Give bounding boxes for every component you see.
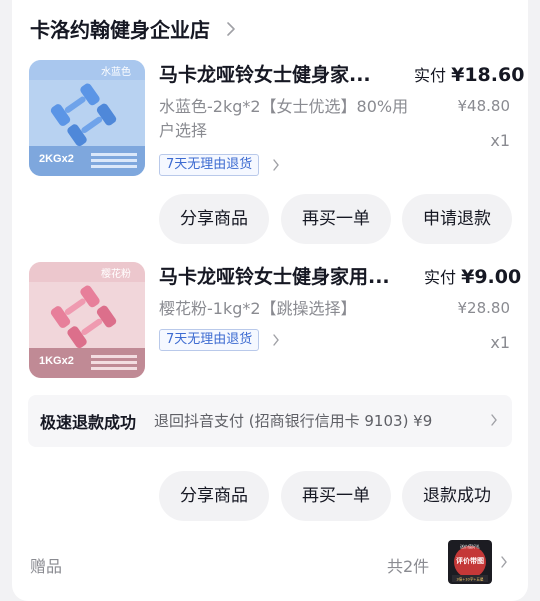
order-card: 卡洛约翰健身企业店 2KGx2 水蓝色 马卡龙哑铃女士健身家... 实付 ¥18… bbox=[12, 0, 528, 601]
product-spec: 樱花粉-1kg*2【跳操选择】 bbox=[159, 299, 357, 318]
paid-amount: 实付 ¥18.60 bbox=[414, 62, 524, 86]
refund-status-detail: 退回抖音支付 (招商银行信用卡 9103) ¥9 bbox=[154, 412, 433, 430]
return-policy-tag[interactable]: 7天无理由退货 bbox=[159, 329, 260, 351]
chevron-right-icon[interactable] bbox=[490, 413, 498, 427]
share-product-button[interactable]: 分享商品 bbox=[159, 471, 269, 521]
buy-again-button[interactable]: 再买一单 bbox=[281, 471, 391, 521]
gift-label: 赠品 bbox=[30, 557, 63, 576]
original-price: ¥28.80 bbox=[457, 299, 511, 317]
store-name[interactable]: 卡洛约翰健身企业店 bbox=[30, 16, 210, 44]
gift-thumb-mid-text: 评价带图 bbox=[456, 556, 484, 565]
product-thumbnail[interactable]: 2KGx2 水蓝色 bbox=[29, 60, 145, 176]
quantity: x1 bbox=[490, 131, 510, 150]
refund-status-title: 极速退款成功 bbox=[40, 413, 137, 432]
chevron-right-icon[interactable] bbox=[272, 158, 280, 172]
product-spec: 水蓝色-2kg*2【女士优选】80%用户选择 bbox=[159, 97, 409, 140]
chevron-right-icon[interactable] bbox=[500, 555, 508, 569]
buy-again-button[interactable]: 再买一单 bbox=[281, 194, 391, 244]
thumb-corner-label: 樱花粉 bbox=[101, 267, 131, 280]
paid-label: 实付 bbox=[414, 66, 447, 85]
product-title[interactable]: 马卡龙哑铃女士健身家用... bbox=[159, 264, 390, 290]
paid-amount: 实付 ¥9.00 bbox=[424, 264, 521, 288]
product-title[interactable]: 马卡龙哑铃女士健身家... bbox=[159, 62, 371, 88]
gift-thumb-bottom-text: 3倍+10字+五星 bbox=[456, 577, 484, 582]
chevron-right-icon[interactable] bbox=[272, 333, 280, 347]
refund-status-bar[interactable]: 极速退款成功 退回抖音支付 (招商银行信用卡 9103) ¥9 bbox=[28, 395, 512, 447]
thumb-weight-label: 2KGx2 bbox=[39, 153, 74, 165]
paid-label: 实付 bbox=[424, 268, 457, 287]
product-thumbnail[interactable]: 1KGx2 樱花粉 bbox=[29, 262, 145, 378]
gift-thumb-top-text: 送价值好礼 bbox=[460, 543, 480, 549]
quantity: x1 bbox=[490, 333, 510, 352]
original-price: ¥48.80 bbox=[457, 97, 511, 115]
request-refund-button[interactable]: 申请退款 bbox=[402, 194, 512, 244]
gift-thumbnail[interactable]: 送价值好礼 评价带图 3倍+10字+五星 bbox=[448, 540, 492, 584]
thumb-weight-label: 1KGx2 bbox=[39, 355, 74, 367]
paid-price: ¥9.00 bbox=[461, 266, 522, 288]
paid-price: ¥18.60 bbox=[451, 64, 525, 86]
share-product-button[interactable]: 分享商品 bbox=[159, 194, 269, 244]
gift-count: 共2件 bbox=[387, 557, 430, 576]
thumb-corner-label: 水蓝色 bbox=[101, 65, 131, 78]
refund-success-button[interactable]: 退款成功 bbox=[402, 471, 512, 521]
chevron-right-icon[interactable] bbox=[226, 20, 236, 38]
return-policy-tag[interactable]: 7天无理由退货 bbox=[159, 154, 260, 176]
